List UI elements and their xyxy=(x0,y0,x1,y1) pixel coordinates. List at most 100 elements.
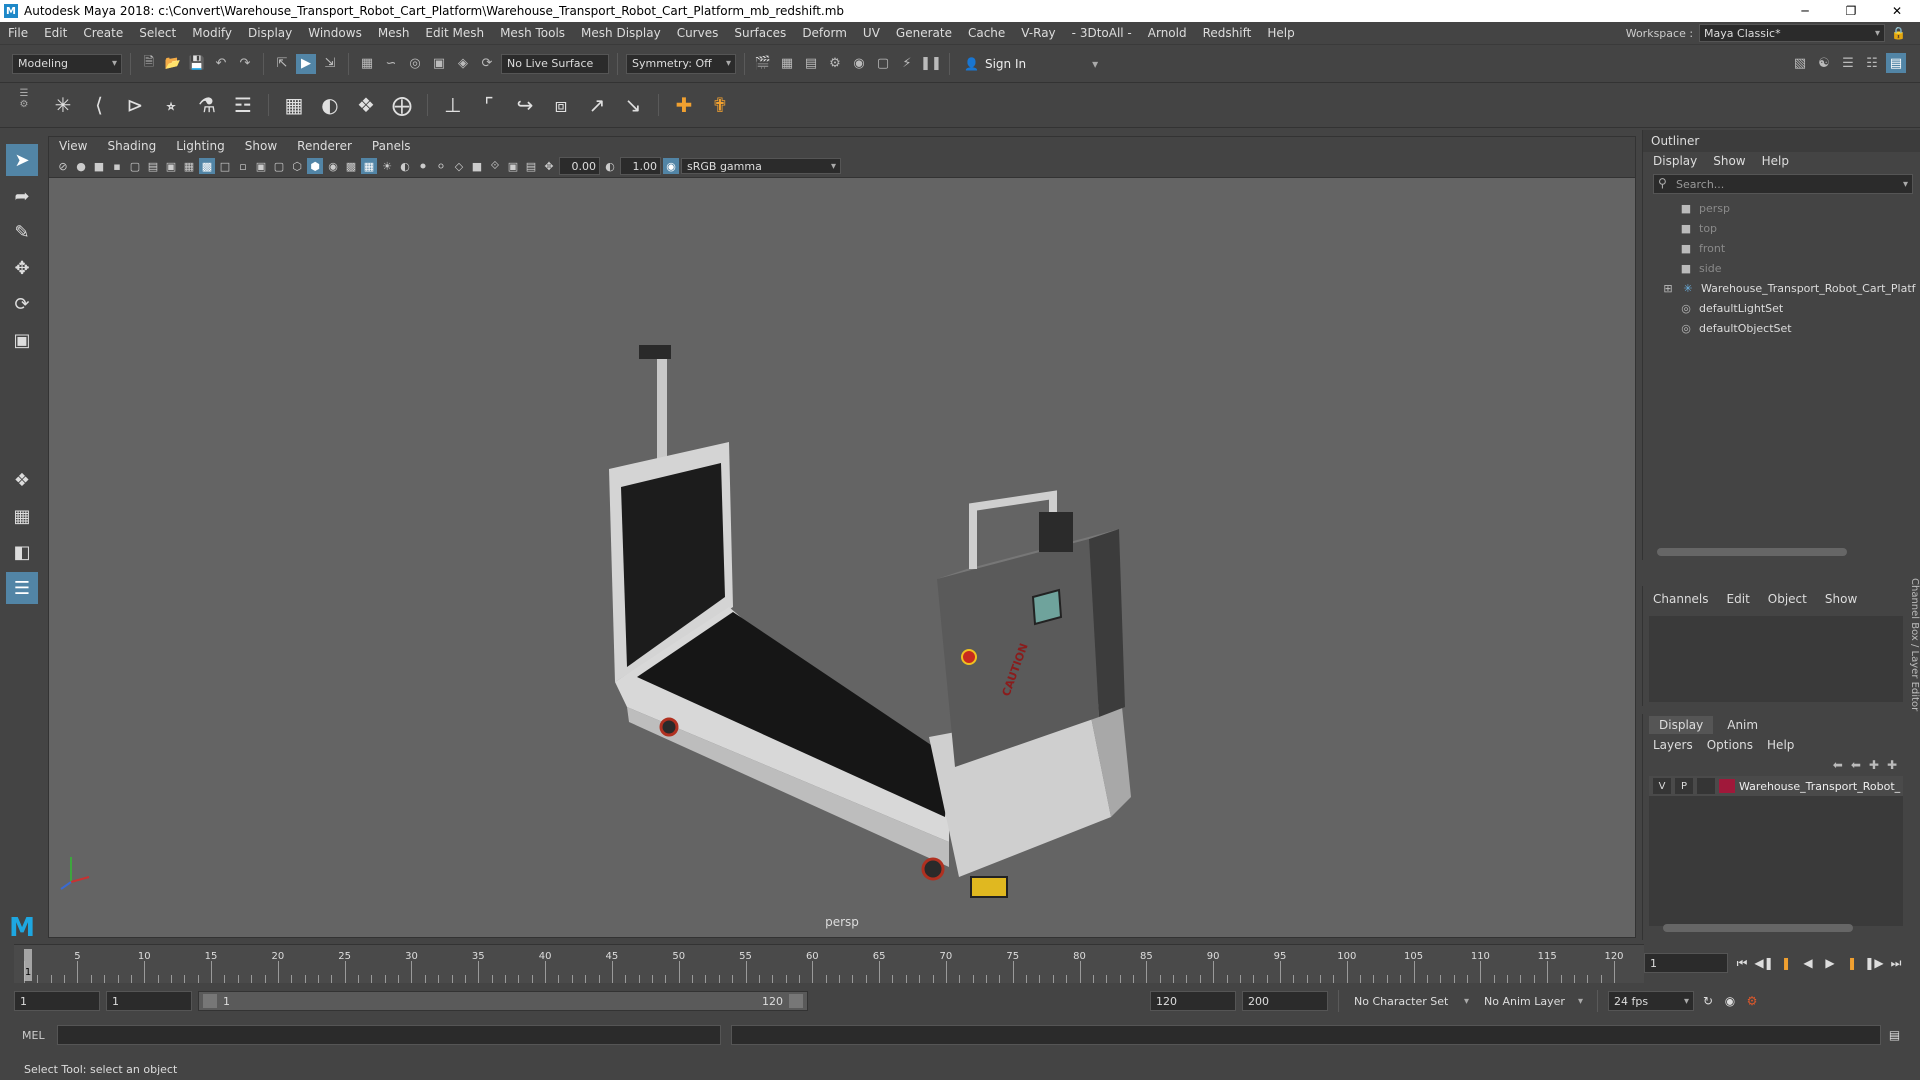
camera-lock-icon[interactable]: ● xyxy=(73,158,89,174)
mel-input[interactable] xyxy=(56,1025,721,1045)
exposure-icon[interactable]: ✥ xyxy=(541,158,557,174)
robot-cart-model[interactable]: CAUTION xyxy=(49,177,1636,937)
hypershade-icon[interactable]: ◉ xyxy=(849,54,869,74)
redshift-ipr-icon[interactable]: ⚡ xyxy=(897,54,917,74)
vp-menu-show[interactable]: Show xyxy=(235,139,287,153)
cluster-icon[interactable]: ⨁ xyxy=(387,90,417,120)
menu-3dtoall[interactable]: - 3DtoAll - xyxy=(1064,26,1140,40)
camera-select-icon[interactable]: ⊘ xyxy=(55,158,71,174)
channel-menu-object[interactable]: Object xyxy=(1768,592,1807,606)
layers-menu-options[interactable]: Options xyxy=(1707,738,1753,752)
display-resolution-icon[interactable]: ▤ xyxy=(523,158,539,174)
flat-shade-icon[interactable]: ◉ xyxy=(325,158,341,174)
outliner-item-default-light-set[interactable]: ◎ defaultLightSet xyxy=(1643,298,1920,318)
fps-dropdown[interactable]: 24 fps xyxy=(1608,991,1694,1011)
snap-grid-icon[interactable]: ▦ xyxy=(357,54,377,74)
layer-visibility-toggle[interactable]: V xyxy=(1653,778,1671,794)
tab-display[interactable]: Display xyxy=(1649,716,1714,734)
script-editor-icon[interactable]: ▤ xyxy=(1887,1026,1903,1044)
x-ray-icon[interactable]: ■ xyxy=(469,158,485,174)
scale-tool-icon[interactable]: ▣ xyxy=(6,324,38,356)
loop-icon[interactable]: ↻ xyxy=(1700,992,1716,1010)
minimize-button[interactable]: ─ xyxy=(1782,0,1828,22)
safe-action-icon[interactable]: □ xyxy=(217,158,233,174)
vp-menu-panels[interactable]: Panels xyxy=(362,139,421,153)
select-tool-icon[interactable]: ➤ xyxy=(6,144,38,176)
menu-create[interactable]: Create xyxy=(75,26,131,40)
range-handle-start[interactable] xyxy=(203,994,217,1008)
outliner-item-front[interactable]: ■ front xyxy=(1643,238,1920,258)
layout-single-icon[interactable]: ▦ xyxy=(6,500,38,532)
lock-icon[interactable]: 🔒 xyxy=(1891,26,1906,40)
select-component-icon[interactable]: ⇲ xyxy=(320,54,340,74)
channel-box-icon[interactable]: ▤ xyxy=(1886,53,1906,73)
live-surface-field[interactable]: No Live Surface xyxy=(501,53,609,74)
outliner-menu-display[interactable]: Display xyxy=(1653,154,1697,168)
gamma-icon[interactable]: ◐ xyxy=(602,158,618,174)
tab-anim[interactable]: Anim xyxy=(1717,716,1768,734)
menu-vray[interactable]: V-Ray xyxy=(1013,26,1063,40)
layout-outliner-icon[interactable]: ☰ xyxy=(6,572,38,604)
menu-cache[interactable]: Cache xyxy=(960,26,1013,40)
smooth-skin-icon[interactable]: ◐ xyxy=(315,90,345,120)
channel-menu-show[interactable]: Show xyxy=(1825,592,1857,606)
menu-arnold[interactable]: Arnold xyxy=(1140,26,1195,40)
paint-weights-icon[interactable]: ▦ xyxy=(279,90,309,120)
locator-icon[interactable]: ✚ xyxy=(669,90,699,120)
lights-icon[interactable]: ▦ xyxy=(361,158,377,174)
image-plane-icon[interactable]: ▪ xyxy=(109,158,125,174)
constraint-orient-icon[interactable]: ↪ xyxy=(510,90,540,120)
outliner-item-top[interactable]: ■ top xyxy=(1643,218,1920,238)
mode-dropdown[interactable]: Modeling xyxy=(12,53,122,74)
sign-in-button[interactable]: 👤 Sign In ▾ xyxy=(958,54,1104,74)
layer-row[interactable]: V P Warehouse_Transport_Robot_ xyxy=(1649,776,1903,796)
align-icon[interactable]: ✟ xyxy=(705,90,735,120)
outliner-item-persp[interactable]: ■ persp xyxy=(1643,198,1920,218)
menu-modify[interactable]: Modify xyxy=(184,26,240,40)
ambient-occlusion-icon[interactable]: ◐ xyxy=(397,158,413,174)
anim-layer-dropdown[interactable]: No Anim Layer xyxy=(1479,991,1587,1011)
menu-select[interactable]: Select xyxy=(131,26,184,40)
shadows-icon[interactable]: ☀ xyxy=(379,158,395,174)
snap-live-icon[interactable]: ⟳ xyxy=(477,54,497,74)
move-layer-down-icon[interactable]: ⬅ xyxy=(1851,758,1861,772)
character-set-dropdown[interactable]: No Character Set xyxy=(1349,991,1473,1011)
constraint-scale-icon[interactable]: ⧈ xyxy=(546,90,576,120)
render-frame-icon[interactable]: 🎬 xyxy=(753,54,773,74)
ik-spline-icon[interactable]: ⊳ xyxy=(120,90,150,120)
menu-mesh-tools[interactable]: Mesh Tools xyxy=(492,26,573,40)
workspace-dropdown[interactable]: Maya Classic* xyxy=(1699,24,1886,42)
layer-color-swatch[interactable] xyxy=(1719,779,1735,793)
redo-icon[interactable]: ↷ xyxy=(235,54,255,74)
layers-menu-help[interactable]: Help xyxy=(1767,738,1794,752)
menu-generate[interactable]: Generate xyxy=(888,26,960,40)
outliner-item-cart-group[interactable]: ⊞ ✳ Warehouse_Transport_Robot_Cart_Platf xyxy=(1643,278,1920,298)
render-sequence-icon[interactable]: ▦ xyxy=(777,54,797,74)
humanik-icon[interactable]: ☲ xyxy=(228,90,258,120)
constraint-parent-icon[interactable]: ⊥ xyxy=(438,90,468,120)
constraint-aim-icon[interactable]: ↗ xyxy=(582,90,612,120)
step-forward-key-icon[interactable]: ❚▶ xyxy=(1864,954,1883,972)
anti-aliasing-icon[interactable]: ⚪ xyxy=(433,158,449,174)
redshift-render-view-icon[interactable]: ▢ xyxy=(873,54,893,74)
backface-icon[interactable]: ▣ xyxy=(505,158,521,174)
range-slider[interactable]: 1 120 xyxy=(198,991,808,1011)
snap-curve-icon[interactable]: ∽ xyxy=(381,54,401,74)
play-backward-icon[interactable]: ◀ xyxy=(1800,954,1816,972)
vp-menu-renderer[interactable]: Renderer xyxy=(287,139,362,153)
select-hierarchy-icon[interactable]: ⇱ xyxy=(272,54,292,74)
wireframe-icon[interactable]: ⬡ xyxy=(289,158,305,174)
new-scene-icon[interactable]: 🗎 xyxy=(139,54,159,74)
outliner-menu-help[interactable]: Help xyxy=(1762,154,1789,168)
layout-four-icon[interactable]: ◧ xyxy=(6,536,38,568)
wireframe-on-shaded-icon[interactable]: ▩ xyxy=(199,158,215,174)
ik-handle-icon[interactable]: ⟨ xyxy=(84,90,114,120)
layer-playback-toggle[interactable]: P xyxy=(1675,778,1693,794)
menu-file[interactable]: File xyxy=(0,26,36,40)
viewport-persp[interactable]: View Shading Lighting Show Renderer Pane… xyxy=(48,136,1636,938)
constraint-point-icon[interactable]: ⌜ xyxy=(474,90,504,120)
human-ik-icon[interactable]: ☯ xyxy=(1814,53,1834,73)
textured-icon[interactable]: ▩ xyxy=(343,158,359,174)
layer-h-scrollbar[interactable] xyxy=(1663,924,1853,932)
menu-curves[interactable]: Curves xyxy=(669,26,727,40)
